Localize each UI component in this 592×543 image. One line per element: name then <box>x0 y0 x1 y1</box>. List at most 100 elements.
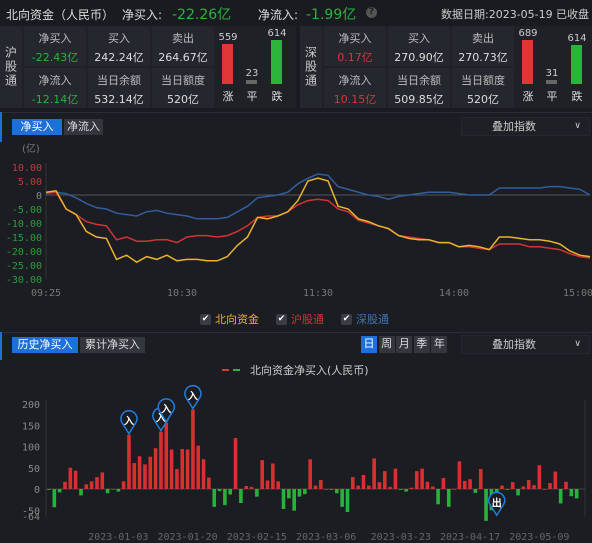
cell-label: 当日余额 <box>97 74 141 87</box>
bar <box>281 489 286 509</box>
y-tick-label: 100 <box>22 443 40 454</box>
bar <box>532 485 536 489</box>
bar <box>116 489 121 492</box>
net-flow-value: -1.99亿 <box>306 7 357 23</box>
bar <box>441 477 446 489</box>
bar <box>558 489 563 504</box>
bar <box>159 431 163 489</box>
bar <box>201 459 206 489</box>
marker-label: 入 <box>124 416 134 428</box>
y-tick-label: 0 <box>36 191 42 202</box>
panel-name: 沪股通 <box>0 26 22 108</box>
tab-net-flow[interactable]: 净流入 <box>64 119 103 135</box>
period-0[interactable]: 日 <box>361 336 377 353</box>
y-tick-label: -5.00 <box>12 205 42 216</box>
legend-north[interactable]: ✔ 北向资金 <box>200 311 259 327</box>
tab-cumulative-net-buy[interactable]: 累计净买入 <box>80 337 145 353</box>
cell-label: 买入 <box>108 32 130 45</box>
checkbox-icon[interactable]: ✔ <box>276 313 287 325</box>
bar-legend: 北向资金净买入(人民币) <box>222 362 369 378</box>
bar <box>169 449 174 489</box>
down-count: 614 <box>567 32 587 44</box>
history-bar-chart: 200150100500-50-642023-01-03 2023-01-20 20… <box>22 384 586 543</box>
bar <box>398 489 403 490</box>
bar <box>132 463 137 489</box>
bar <box>57 489 62 493</box>
period-1[interactable]: 周 <box>378 336 395 353</box>
bar <box>409 487 414 489</box>
period-4[interactable]: 年 <box>431 336 448 353</box>
y-tick-label: -15.00 <box>6 233 42 244</box>
bar <box>388 486 392 489</box>
bar <box>574 489 579 499</box>
bar <box>430 486 435 489</box>
cell-value: 520亿 <box>167 93 199 106</box>
cell-balance: 当日余额 509.85亿 <box>388 68 450 108</box>
bar <box>185 449 190 489</box>
bar <box>521 486 526 489</box>
bar <box>361 474 366 489</box>
tab-net-buy[interactable]: 净买入 <box>12 119 62 135</box>
legend-sz[interactable]: ✔ 深股通 <box>341 311 389 327</box>
cell-value: -22.43亿 <box>31 51 79 64</box>
bar <box>548 483 552 489</box>
overlay-index-dropdown-history[interactable]: 叠加指数 ∨ <box>461 335 590 354</box>
cell-label: 净买入 <box>338 32 372 45</box>
bar <box>569 489 574 497</box>
page-title: 北向资金（人民币） <box>6 8 115 22</box>
section-accent <box>0 332 2 360</box>
bar <box>526 480 531 489</box>
flat-bar <box>246 80 257 84</box>
bar <box>52 489 57 508</box>
bar <box>436 489 440 505</box>
bar <box>319 480 323 489</box>
y-tick-label: 50 <box>28 464 40 475</box>
x-tick-label: 09:25 <box>31 288 61 299</box>
bar <box>255 489 259 497</box>
y-tick-label: -20.00 <box>6 247 42 258</box>
period-2[interactable]: 月 <box>396 336 413 353</box>
overlay-index-dropdown[interactable]: 叠加指数 ∨ <box>461 117 590 136</box>
cell-value: -12.14亿 <box>31 93 79 106</box>
tab-history-net-buy[interactable]: 历史净买入 <box>12 337 78 353</box>
bar <box>356 485 360 489</box>
bar <box>89 481 94 489</box>
bar <box>68 467 73 489</box>
bar <box>516 489 520 496</box>
bar <box>420 468 424 489</box>
bar <box>217 489 222 492</box>
legend-label: 北向资金净买入(人民币) <box>250 364 369 377</box>
bar <box>228 489 233 495</box>
y-tick-label: 5.00 <box>18 177 42 188</box>
up-bar <box>222 43 233 84</box>
bar <box>265 480 270 489</box>
bar <box>207 477 211 489</box>
cell-label: 买入 <box>408 32 430 45</box>
legend-sh[interactable]: ✔ 沪股通 <box>276 311 324 327</box>
bar <box>47 489 51 490</box>
checkbox-icon[interactable]: ✔ <box>341 313 352 325</box>
period-3[interactable]: 季 <box>413 336 430 353</box>
bar <box>127 434 131 489</box>
bar <box>425 481 430 489</box>
bar <box>303 489 307 495</box>
bar <box>478 469 483 489</box>
x-tick-label: 10:30 <box>167 288 197 299</box>
bar <box>473 489 478 493</box>
question-circle-icon[interactable]: ? <box>366 7 377 18</box>
bar <box>542 489 547 490</box>
cell-label: 当日额度 <box>161 74 205 87</box>
bar <box>191 409 195 489</box>
x-tick-label: 2023-03-06 <box>296 532 356 543</box>
bar <box>553 471 558 489</box>
down-label: 跌 <box>571 90 583 103</box>
checkbox-icon[interactable]: ✔ <box>200 313 211 325</box>
bar <box>335 489 339 494</box>
cell-value: 520亿 <box>467 93 499 106</box>
bar <box>153 448 158 489</box>
cell-label: 净买入 <box>38 32 72 45</box>
dropdown-label: 叠加指数 <box>492 338 536 351</box>
marker-label: 入 <box>161 404 171 416</box>
bar <box>164 422 169 489</box>
bar <box>137 456 142 489</box>
